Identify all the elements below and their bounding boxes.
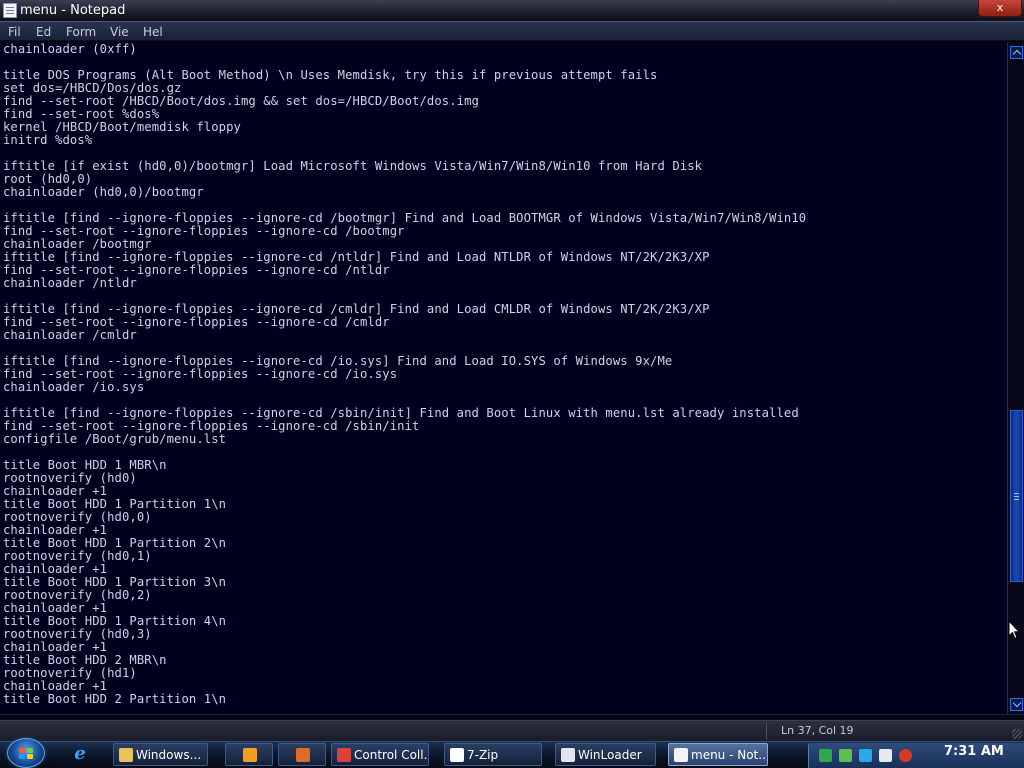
window-icon	[561, 748, 575, 762]
volume-icon[interactable]	[879, 749, 892, 762]
text-line: kernel /HBCD/Boot/memdisk floppy	[3, 120, 241, 134]
text-area[interactable]: chainloader (0xff) title DOS Programs (Al…	[0, 42, 1007, 714]
text-line: rootnoverify (hd0,2)	[3, 588, 152, 602]
text-content: chainloader (0xff) title DOS Programs (Al…	[3, 43, 806, 706]
start-button[interactable]	[7, 738, 45, 768]
vertical-scrollbar[interactable]	[1007, 42, 1024, 714]
notepad-icon[interactable]	[3, 3, 17, 18]
scroll-thumb[interactable]	[1010, 409, 1023, 582]
taskbar-button[interactable]: 7-Zip	[444, 743, 542, 766]
text-line: chainloader (0xff)	[3, 42, 137, 56]
scroll-down-arrow-icon[interactable]	[1010, 698, 1023, 711]
7zip-icon	[450, 748, 464, 762]
text-line: iftitle [if exist (hd0,0)/bootmgr] Load …	[3, 159, 703, 173]
menu-bar: Fil Ed Form Vie Hel	[0, 22, 1024, 41]
text-line: rootnoverify (hd0,1)	[3, 549, 152, 563]
chrome-icon	[337, 748, 351, 762]
menu-format[interactable]: Form	[66, 25, 96, 39]
media-player-icon	[243, 748, 257, 762]
taskbar-button-label: WinLoader	[578, 748, 642, 762]
menu-view[interactable]: Vie	[110, 25, 129, 39]
menu-help[interactable]: Hel	[143, 25, 163, 39]
taskbar-button-label: Control Coll...	[354, 748, 429, 762]
text-line: chainloader /io.sys	[3, 380, 145, 394]
folder-icon	[119, 748, 133, 762]
close-button[interactable]: x	[978, 0, 1022, 17]
text-line: rootnoverify (hd0,3)	[3, 627, 152, 641]
scroll-up-arrow-icon[interactable]	[1010, 46, 1023, 59]
taskbar-button-label: Windows...	[136, 748, 202, 762]
text-line: title Boot HDD 2 Partition 1\n	[3, 692, 227, 706]
record-icon[interactable]	[899, 749, 912, 762]
cursor-position: Ln 37, Col 19	[781, 724, 854, 737]
internet-explorer-icon[interactable]: e	[70, 744, 90, 764]
text-line: chainloader /cmldr	[3, 328, 137, 342]
taskbar-button[interactable]	[225, 743, 273, 766]
resize-grip-icon[interactable]	[1012, 729, 1022, 739]
display-icon[interactable]	[859, 749, 872, 762]
text-line: initrd %dos%	[3, 133, 93, 147]
taskbar-button[interactable]	[278, 743, 326, 766]
network-icon[interactable]	[819, 749, 832, 762]
taskbar-clock[interactable]: 7:31 AM	[944, 744, 1004, 759]
taskbar-button-label: 7-Zip	[467, 748, 499, 762]
text-line: chainloader /ntldr	[3, 276, 137, 290]
menu-edit[interactable]: Ed	[36, 25, 51, 39]
taskbar-button[interactable]: Windows...	[113, 743, 208, 766]
menu-file[interactable]: Fil	[8, 25, 21, 39]
paint-icon	[296, 748, 310, 762]
text-line: configfile /Boot/grub/menu.lst	[3, 432, 227, 446]
status-divider	[766, 723, 767, 740]
security-icon[interactable]	[839, 749, 852, 762]
text-line: rootnoverify (hd0)	[3, 471, 137, 485]
text-line: chainloader (hd0,0)/bootmgr	[3, 185, 204, 199]
text-line: rootnoverify (hd1)	[3, 666, 137, 680]
taskbar-button[interactable]: Control Coll...	[331, 743, 429, 766]
taskbar-button[interactable]: menu - Not...	[668, 743, 768, 766]
mouse-pointer-icon	[1008, 620, 1020, 640]
status-bar: Ln 37, Col 19	[0, 720, 1024, 741]
text-line: rootnoverify (hd0,0)	[3, 510, 152, 524]
window-title: menu - Notepad	[20, 3, 126, 18]
taskbar-button-label: menu - Not...	[691, 748, 768, 762]
notepad-icon	[674, 748, 688, 762]
title-bar[interactable]: menu - Notepad x	[0, 0, 1024, 22]
taskbar-button[interactable]: WinLoader	[555, 743, 656, 766]
